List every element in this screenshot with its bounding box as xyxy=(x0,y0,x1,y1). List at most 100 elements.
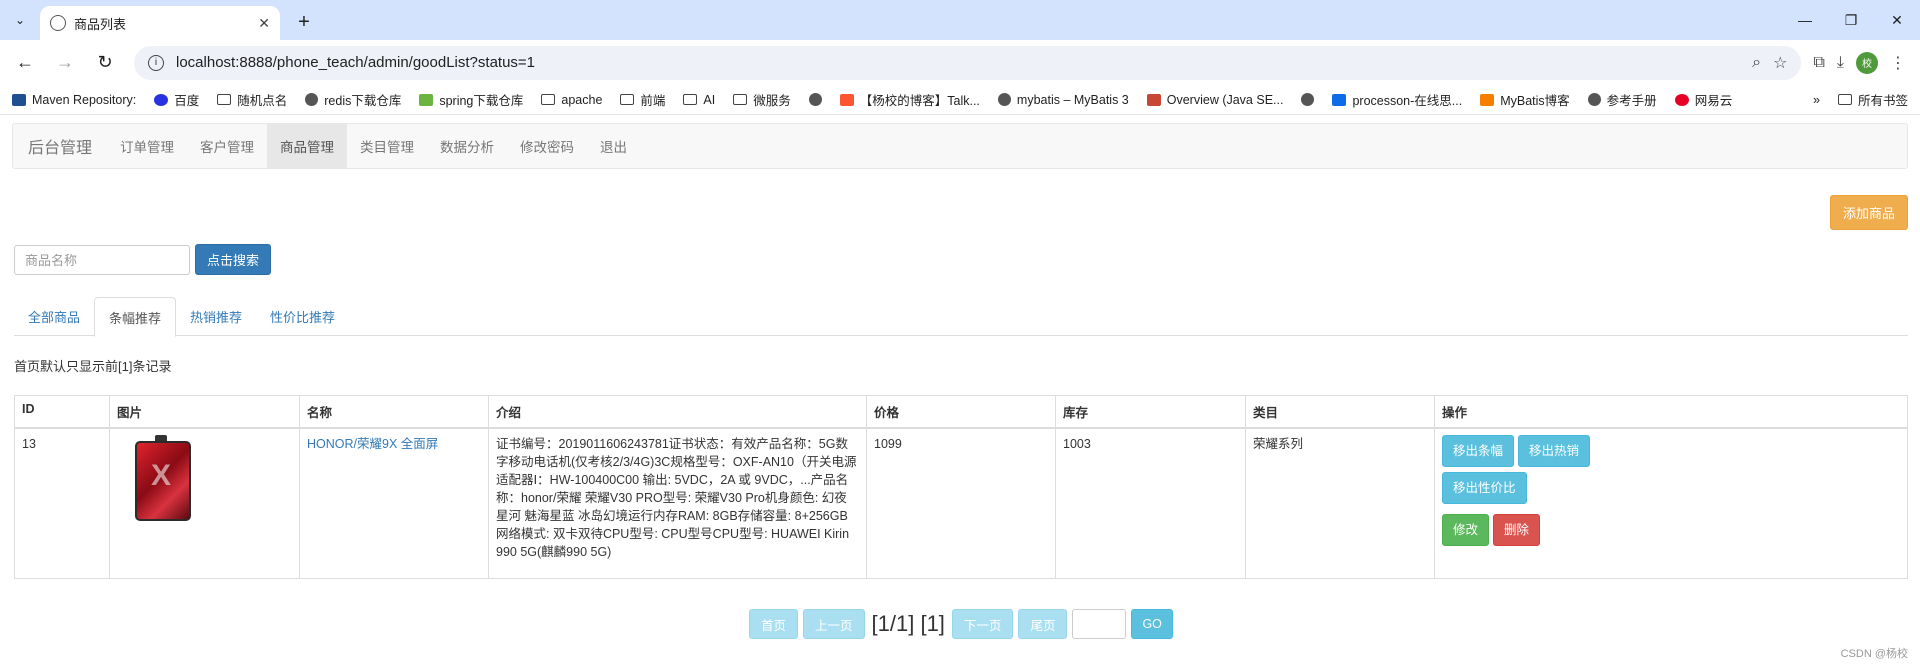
tab-banner-recommend[interactable]: 条幅推荐 xyxy=(94,297,177,337)
last-page-button[interactable]: 尾页 xyxy=(1018,609,1068,639)
bookmark-item[interactable]: 参考手册 xyxy=(1587,90,1657,109)
folder-icon xyxy=(733,94,748,105)
pagination: 首页 上一页 [1/1] [1] 下一页 尾页 GO xyxy=(749,609,1173,639)
remove-value-button[interactable]: 移出性价比 xyxy=(1442,472,1527,504)
restore-icon[interactable]: ❐ xyxy=(1828,0,1874,40)
nav-item-categories[interactable]: 类目管理 xyxy=(347,124,427,168)
address-bar[interactable]: i localhost:8888/phone_teach/admin/goodL… xyxy=(134,45,1802,80)
site-info-icon[interactable]: i xyxy=(148,54,164,71)
bookmark-item[interactable]: Maven Repository: xyxy=(12,93,136,107)
bookmark-item[interactable] xyxy=(1301,93,1315,106)
bookmark-item[interactable]: 随机点名 xyxy=(217,90,287,109)
tab-search-icon[interactable]: ⌄ xyxy=(6,6,34,34)
netease-icon xyxy=(1674,93,1689,106)
zoom-icon[interactable]: ⌕ xyxy=(1752,54,1761,72)
nav-item-analytics[interactable]: 数据分析 xyxy=(427,124,507,168)
globe-icon xyxy=(1301,93,1315,106)
browser-toolbar: ← → ↻ i localhost:8888/phone_teach/admin… xyxy=(0,40,1920,85)
window-controls: — ❐ ✕ xyxy=(1782,0,1920,40)
all-bookmarks[interactable]: 所有书签 xyxy=(1837,90,1908,109)
folder-icon xyxy=(217,94,232,105)
header-image: 图片 xyxy=(109,395,300,429)
back-icon[interactable]: ← xyxy=(8,46,42,80)
bookmark-item[interactable]: MyBatis博客 xyxy=(1480,90,1570,109)
header-intro: 介绍 xyxy=(488,395,867,429)
bookmark-item[interactable]: Overview (Java SE... xyxy=(1146,93,1283,107)
tab-value-recommend[interactable]: 性价比推荐 xyxy=(256,297,349,336)
remove-hot-button[interactable]: 移出热销 xyxy=(1518,435,1591,467)
bookmark-item[interactable] xyxy=(808,93,822,106)
navbar-brand[interactable]: 后台管理 xyxy=(13,124,107,168)
browser-tab[interactable]: 商品列表 ✕ xyxy=(40,6,280,40)
globe-icon xyxy=(305,93,319,106)
delete-button[interactable]: 删除 xyxy=(1493,514,1541,546)
go-button[interactable]: GO xyxy=(1131,609,1173,639)
folder-icon xyxy=(541,94,556,105)
oracle-icon xyxy=(1146,93,1161,106)
bookmark-item[interactable]: mybatis – MyBatis 3 xyxy=(997,93,1129,107)
product-phone-image: X xyxy=(131,435,195,523)
bookmark-item[interactable]: AI xyxy=(683,93,715,107)
globe-icon xyxy=(997,93,1011,106)
bookmark-item[interactable]: 微服务 xyxy=(733,90,791,109)
nav-item-products[interactable]: 商品管理 xyxy=(267,124,348,168)
cell-name: HONOR/荣耀9X 全面屏 xyxy=(299,427,489,579)
table-row: 13 X HONOR/荣耀9X 全面屏 证书编号：201901160624378… xyxy=(14,427,1908,579)
bookmark-item[interactable]: 【杨校的博客】Talk... xyxy=(839,90,980,109)
nav-item-orders[interactable]: 订单管理 xyxy=(107,124,187,168)
header-stock: 库存 xyxy=(1055,395,1246,429)
admin-navbar: 后台管理 订单管理 客户管理 商品管理 类目管理 数据分析 修改密码 退出 xyxy=(12,123,1908,169)
product-name-link[interactable]: HONOR/荣耀9X 全面屏 xyxy=(307,437,438,451)
remove-banner-button[interactable]: 移出条幅 xyxy=(1442,435,1515,467)
table-header-row: ID 图片 名称 介绍 价格 库存 类目 操作 xyxy=(14,395,1908,429)
edit-button[interactable]: 修改 xyxy=(1442,514,1490,546)
globe-icon xyxy=(1587,93,1601,106)
close-tab-icon[interactable]: ✕ xyxy=(258,15,270,32)
cell-price: 1099 xyxy=(866,427,1056,579)
bookmark-item[interactable]: 前端 xyxy=(620,90,665,109)
url-text[interactable]: localhost:8888/phone_teach/admin/goodLis… xyxy=(176,54,1740,71)
tab-title: 商品列表 xyxy=(74,16,127,32)
nav-item-logout[interactable]: 退出 xyxy=(587,124,640,168)
folder-icon xyxy=(620,94,635,105)
tab-all-products[interactable]: 全部商品 xyxy=(14,297,94,336)
page-number-input[interactable] xyxy=(1072,609,1127,639)
bookmark-item[interactable]: apache xyxy=(541,93,602,107)
bookmark-item[interactable]: 百度 xyxy=(154,90,199,109)
bookmark-item[interactable]: processon-在线思... xyxy=(1332,90,1462,109)
extensions-icon[interactable]: ⧉ xyxy=(1813,54,1824,72)
tab-hot-recommend[interactable]: 热销推荐 xyxy=(176,297,256,336)
close-window-icon[interactable]: ✕ xyxy=(1874,0,1920,40)
new-tab-icon[interactable]: + xyxy=(290,11,318,34)
browser-tabstrip: ⌄ 商品列表 ✕ + — ❐ ✕ xyxy=(0,0,1920,40)
prev-page-button[interactable]: 上一页 xyxy=(803,609,865,639)
next-page-button[interactable]: 下一页 xyxy=(951,609,1014,639)
processon-icon xyxy=(1332,93,1347,106)
search-button[interactable]: 点击搜索 xyxy=(195,244,272,275)
csdn-icon xyxy=(839,93,854,106)
star-icon[interactable]: ☆ xyxy=(1773,53,1787,73)
first-page-button[interactable]: 首页 xyxy=(749,609,799,639)
bookmark-item[interactable]: 网易云 xyxy=(1674,90,1732,109)
bookmark-item[interactable]: spring下载仓库 xyxy=(419,90,523,109)
header-category: 类目 xyxy=(1245,395,1435,429)
blogger-icon xyxy=(1480,93,1495,106)
more-bookmarks-icon[interactable]: » xyxy=(1813,93,1820,107)
product-name-search-input[interactable] xyxy=(14,245,190,275)
download-icon[interactable]: ⤓ xyxy=(1837,54,1844,72)
profile-avatar[interactable]: 校 xyxy=(1856,51,1878,74)
header-actions: 操作 xyxy=(1434,395,1908,429)
nav-item-customers[interactable]: 客户管理 xyxy=(187,124,267,168)
reload-icon[interactable]: ↻ xyxy=(88,46,122,80)
add-product-button[interactable]: 添加商品 xyxy=(1829,195,1908,230)
forward-icon[interactable]: → xyxy=(48,46,82,80)
watermark-text: CSDN @杨校 xyxy=(1840,648,1908,660)
menu-icon[interactable]: ⋮ xyxy=(1890,53,1906,73)
page-info: [1/1] [1] xyxy=(871,611,945,636)
cell-stock: 1003 xyxy=(1055,427,1246,579)
minimize-icon[interactable]: — xyxy=(1782,0,1828,40)
bookmark-item[interactable]: redis下载仓库 xyxy=(305,90,401,109)
nav-item-change-password[interactable]: 修改密码 xyxy=(507,124,587,168)
maven-icon xyxy=(12,93,26,106)
globe-icon xyxy=(50,15,66,31)
